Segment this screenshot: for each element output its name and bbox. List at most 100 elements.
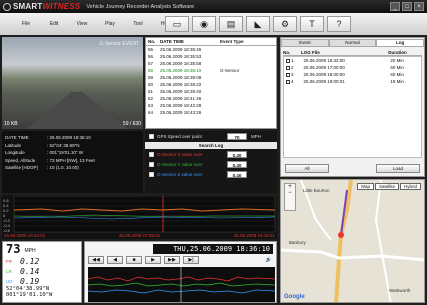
video-view[interactable]: G-Sensor EVENT 10 KB 59 / 630 — [2, 37, 143, 129]
volume-icon[interactable]: 🔊 — [266, 257, 272, 263]
log-checkbox[interactable] — [286, 79, 290, 84]
map-view[interactable]: + − Map Satellite Hybrid Little Bourton B… — [280, 179, 425, 303]
log-file: 25.06.2009 18:00:00 — [303, 72, 345, 77]
step-back-button[interactable]: ◀ — [107, 256, 123, 264]
lr-value: 0.14 — [20, 266, 40, 276]
maximize-button[interactable]: □ — [402, 2, 412, 11]
help-icon[interactable]: ? — [327, 16, 351, 32]
close-button[interactable]: × — [414, 2, 424, 11]
gps-speed-checkbox[interactable] — [149, 134, 154, 139]
row-datetime: 25.06.2009 18:41:46 — [160, 96, 202, 101]
info-value: : 73 MPH [NW], 13 Feet — [47, 157, 95, 163]
table-row[interactable]: 56 25.06.2009 18:35:53 — [146, 53, 276, 60]
place-label: Little Bourton — [303, 188, 330, 193]
log-file: 25.06.2009 16:32:00 — [303, 58, 345, 63]
g-z-checkbox[interactable] — [149, 171, 154, 177]
table-row[interactable]: 58 25.06.2009 18:36:10 G-Sensor — [146, 67, 276, 74]
video-frame-counter: 59 / 630 — [122, 121, 141, 127]
satellite-button[interactable]: Satellite — [374, 183, 399, 190]
ud-label: UD — [6, 278, 13, 284]
camera-icon[interactable]: ◉ — [192, 16, 216, 32]
table-row[interactable]: 57 25.06.2009 18:35:58 — [146, 60, 276, 67]
rewind-button[interactable]: ◀◀ — [88, 256, 104, 264]
gps-speed-input[interactable]: 70 — [227, 133, 247, 140]
log-duration: 20 Min — [390, 58, 404, 63]
col-log-no: No. — [283, 49, 291, 55]
search-log-title: Search Log — [145, 142, 277, 149]
menu-tool[interactable]: Tool — [124, 21, 152, 27]
video-size: 10 KB — [4, 121, 18, 127]
table-row[interactable]: 64 25.06.2009 18:43:26 — [146, 109, 276, 116]
vehicle-marker — [338, 232, 344, 238]
g-sensor-graph[interactable]: 0.6 0.4 0.2 0 -0.2 -0.4 -0.6 — [2, 195, 277, 233]
log-checkbox[interactable] — [286, 72, 290, 77]
next-button[interactable]: ▶| — [183, 256, 199, 264]
row-no: 57 — [148, 61, 154, 66]
menu-edit[interactable]: Edit — [40, 21, 68, 27]
play-button[interactable]: ▶ — [145, 256, 161, 264]
log-checkbox[interactable] — [286, 58, 290, 63]
g-y-input[interactable]: 0.40 — [227, 160, 247, 168]
map-zoom-control[interactable]: + − — [284, 183, 296, 211]
menu-view[interactable]: View — [68, 21, 96, 27]
info-value: : 52°04'.38.99"N — [47, 142, 80, 148]
menu-file[interactable]: File — [12, 21, 40, 27]
fast-forward-button[interactable]: ▶▶ — [164, 256, 180, 264]
video-watermark: G-Sensor EVENT — [99, 41, 139, 47]
info-value: : 25.06.2009 18:36:10 — [47, 135, 91, 141]
place-label: Banbury — [289, 240, 306, 245]
print-icon[interactable]: ▤ — [219, 16, 243, 32]
logo-text-witness: WITNESS — [42, 2, 81, 11]
info-key: Latitude — [5, 142, 22, 148]
hybrid-button[interactable]: Hybrid — [399, 183, 421, 190]
lr-label: LR — [6, 268, 12, 274]
table-row[interactable]: 55 25.06.2009 18:35:46 — [146, 46, 276, 53]
gps-info-panel: DATE TIME: 25.06.2009 18:36:10 Latitude:… — [2, 131, 143, 193]
row-datetime: 25.06.2009 18:35:58 — [160, 61, 202, 66]
row-datetime: 25.06.2009 18:35:46 — [160, 47, 202, 52]
list-item[interactable]: 4 25.06.2009 19:00:01 19 Min — [286, 78, 419, 85]
row-datetime: 25.06.2009 18:42:28 — [160, 103, 202, 108]
col-event-type: Event Type — [220, 39, 244, 44]
menu-bar: File Edit View Play Tool Help ▭ ◉ ▤ ◣ ⚙ … — [0, 13, 427, 35]
row-no: 55 — [148, 47, 154, 52]
list-item[interactable]: 3 25.06.2009 18:00:00 60 Min — [286, 71, 419, 78]
menu-play[interactable]: Play — [96, 21, 124, 27]
graph-time-end: 25.06.2009 19:19:21 — [233, 233, 275, 238]
log-duration: 60 Min — [390, 72, 404, 77]
log-table-header: No. LOG File Duration — [283, 49, 422, 56]
tab-log[interactable]: Log — [376, 39, 425, 47]
load-button[interactable]: Load — [376, 164, 420, 173]
g-z-input[interactable]: 0.40 — [227, 170, 247, 178]
row-no: 62 — [148, 96, 154, 101]
speed-unit: MPH — [24, 248, 36, 254]
log-file: 25.06.2009 19:00:01 — [303, 79, 345, 84]
minimize-button[interactable]: _ — [390, 2, 400, 11]
row-no: 58 — [148, 68, 154, 73]
table-row[interactable]: 59 25.06.2009 18:39:08 — [146, 74, 276, 81]
map-button[interactable]: Map — [357, 183, 374, 190]
tab-normal[interactable]: Normal — [328, 39, 377, 47]
antenna-icon[interactable]: T — [300, 16, 324, 32]
tab-event[interactable]: Event — [281, 39, 329, 47]
list-item[interactable]: 2 25.06.2009 17:00:00 60 Min — [286, 64, 419, 71]
row-event: G-Sensor — [220, 68, 240, 73]
folder-icon[interactable]: ▭ — [165, 16, 189, 32]
table-row[interactable]: 63 25.06.2009 18:42:28 — [146, 102, 276, 109]
info-key: Speed, Altitude — [5, 157, 36, 163]
log-checkbox[interactable] — [286, 65, 290, 70]
row-datetime: 25.06.2009 18:39:08 — [160, 75, 202, 80]
table-row[interactable]: 62 25.06.2009 18:41:46 — [146, 95, 276, 102]
select-all-button[interactable]: All — [285, 164, 329, 173]
g-x-input[interactable]: 0.40 — [227, 150, 247, 158]
settings-icon[interactable]: ⚙ — [273, 16, 297, 32]
row-no: 56 — [148, 54, 154, 59]
fr-value: 0.12 — [20, 256, 40, 266]
g-y-checkbox[interactable] — [149, 161, 154, 167]
table-row[interactable]: 61 25.06.2009 18:39:40 — [146, 88, 276, 95]
stop-button[interactable]: ■ — [126, 256, 142, 264]
list-item[interactable]: 1 25.06.2009 16:32:00 20 Min — [286, 57, 419, 64]
sd-card-icon[interactable]: ◣ — [246, 16, 270, 32]
table-row[interactable]: 60 25.06.2009 18:39:22 — [146, 81, 276, 88]
g-x-checkbox[interactable] — [149, 151, 154, 157]
